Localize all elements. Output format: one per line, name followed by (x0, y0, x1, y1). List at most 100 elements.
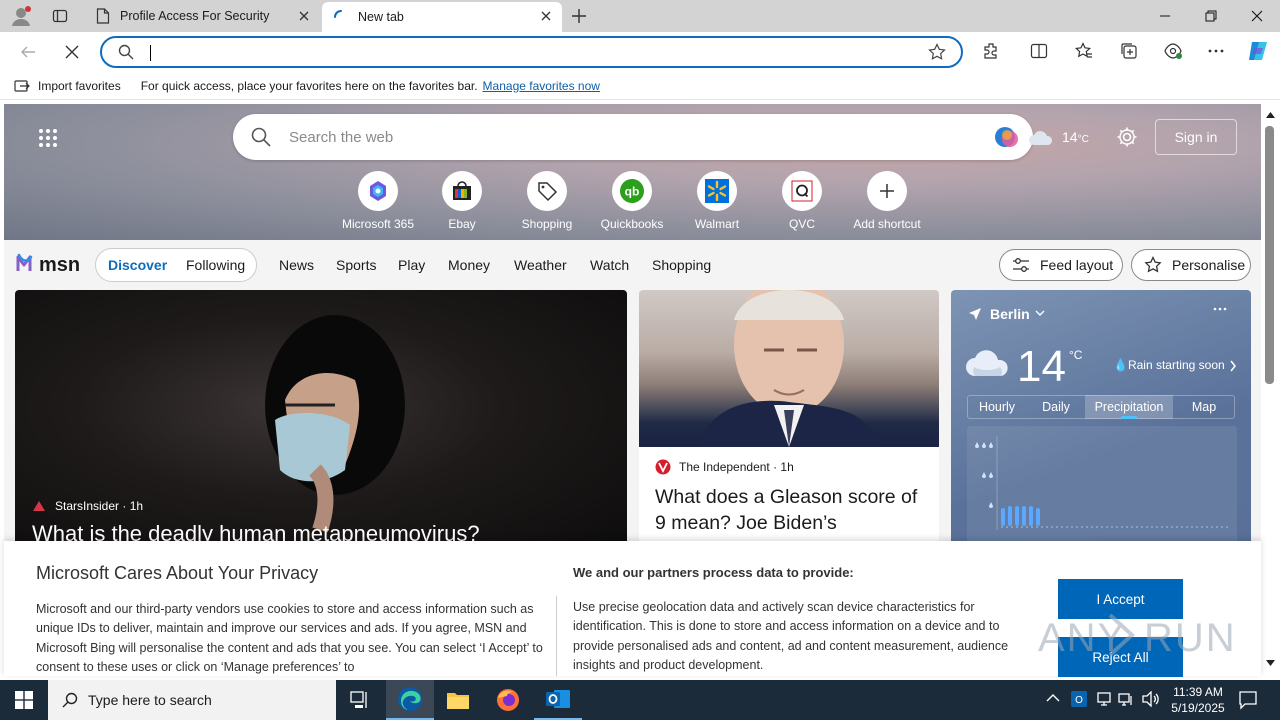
close-tab-icon[interactable] (298, 10, 310, 22)
shortcut-walmart[interactable]: Walmart (675, 171, 759, 231)
msn-logo[interactable]: msn (16, 249, 82, 279)
manage-favorites-link[interactable]: Manage favorites now (483, 79, 600, 93)
network-tray-icon[interactable] (1096, 691, 1112, 707)
volume-icon[interactable] (1142, 691, 1160, 707)
tab-strip: Profile Access For Security New tab (0, 0, 1280, 32)
shortcut-qvc[interactable]: QVC (760, 171, 844, 231)
close-tab-icon[interactable] (540, 10, 552, 22)
search-icon (118, 44, 134, 60)
favorite-star-icon[interactable] (928, 43, 946, 61)
web-search-box[interactable]: Search the web (233, 114, 1033, 160)
ethernet-icon[interactable] (1118, 691, 1134, 707)
weather-tab-daily[interactable]: Daily (1027, 395, 1085, 419)
page-scrollbar[interactable] (1261, 104, 1280, 676)
nav-money[interactable]: Money (448, 257, 490, 273)
scroll-thumb[interactable] (1265, 126, 1274, 384)
scroll-up-icon[interactable] (1266, 112, 1275, 118)
close-window-icon[interactable] (1234, 0, 1280, 32)
shortcut-ebay[interactable]: Ebay (420, 171, 504, 231)
feed-tab-group: Discover Following (95, 248, 257, 282)
settings-gear-icon[interactable] (1116, 126, 1138, 148)
taskbar-search-box[interactable]: Type here to search (48, 680, 336, 720)
hero-weather-temp[interactable]: 14°C (1062, 129, 1089, 145)
sliders-icon (1012, 257, 1030, 273)
copilot-search-icon[interactable] (993, 124, 1021, 150)
news-card-lead[interactable]: StarsInsider · 1h What is the deadly hum… (15, 290, 627, 550)
nav-sports[interactable]: Sports (336, 257, 376, 273)
more-options-icon[interactable] (1207, 42, 1225, 60)
shortcut-label: Add shortcut (853, 217, 921, 231)
import-favorites-label[interactable]: Import favorites (38, 79, 121, 93)
favorites-bar: Import favorites For quick access, place… (0, 72, 1280, 100)
news-card-independent[interactable]: The Independent · 1h What does a Gleason… (639, 290, 939, 550)
outlook-icon[interactable] (534, 680, 582, 720)
nav-shopping[interactable]: Shopping (652, 257, 711, 273)
restore-icon[interactable] (1188, 0, 1234, 32)
task-view-icon[interactable] (336, 680, 384, 720)
shortcut-microsoft365[interactable]: Microsoft 365 (336, 171, 420, 231)
weather-city[interactable]: Berlin (990, 306, 1030, 322)
text-caret (150, 45, 151, 61)
nav-watch[interactable]: Watch (590, 257, 629, 273)
windows-taskbar: Type here to search O 11:39 AM 5/19/2025 (0, 680, 1280, 720)
nav-play[interactable]: Play (398, 257, 425, 273)
card-source: StarsInsider · 1h (55, 499, 144, 513)
collections-icon[interactable] (1120, 42, 1138, 60)
search-icon (62, 692, 78, 708)
sign-in-button[interactable]: Sign in (1155, 119, 1237, 155)
split-screen-icon[interactable] (1030, 42, 1048, 60)
address-bar[interactable] (100, 36, 963, 68)
edge-taskbar-icon[interactable] (386, 680, 434, 720)
rain-alert[interactable]: 💧Rain starting soon (1113, 358, 1225, 372)
back-icon[interactable] (20, 44, 36, 60)
tab-discover[interactable]: Discover (108, 257, 167, 273)
sparkle-icon (1144, 256, 1162, 274)
cloud-weather-icon[interactable] (1028, 128, 1054, 146)
import-favorites-icon[interactable] (14, 79, 30, 93)
weather-tab-map[interactable]: Map (1173, 395, 1235, 419)
shortcut-add[interactable]: Add shortcut (845, 171, 929, 231)
chevron-right-icon[interactable] (1229, 360, 1237, 372)
card-headline[interactable]: What does a Gleason score of 9 mean? Joe… (655, 484, 925, 536)
stop-loading-icon[interactable] (64, 44, 80, 60)
apps-launcher-icon[interactable] (38, 128, 58, 148)
copilot-icon[interactable] (1246, 39, 1270, 63)
tab-actions-icon[interactable] (52, 8, 68, 24)
browser-toolbar (0, 32, 1280, 72)
browser-essentials-icon[interactable] (1163, 42, 1183, 60)
tab-title: Profile Access For Security (120, 9, 270, 23)
extensions-icon[interactable] (982, 42, 1000, 60)
feed-layout-button[interactable]: Feed layout (999, 249, 1123, 281)
file-explorer-icon[interactable] (434, 680, 482, 720)
windows-start-icon[interactable] (0, 680, 48, 720)
outlook-tray-icon[interactable]: O (1071, 691, 1087, 707)
search-placeholder: Search the web (289, 129, 394, 146)
weather-temp: 14 (1017, 342, 1066, 391)
firefox-icon[interactable] (484, 680, 532, 720)
system-clock[interactable]: 11:39 AM 5/19/2025 (1160, 684, 1236, 716)
card-image-portrait (639, 290, 939, 447)
more-options-icon[interactable] (1213, 306, 1227, 312)
new-tab-plus-icon[interactable] (571, 8, 587, 24)
tab-profile-access[interactable]: Profile Access For Security (84, 0, 320, 32)
tab-following[interactable]: Following (186, 257, 245, 273)
weather-tab-hourly[interactable]: Hourly (967, 395, 1027, 419)
shortcut-label: Shopping (521, 217, 573, 231)
shortcut-quickbooks[interactable]: qb Quickbooks (590, 171, 674, 231)
nav-weather[interactable]: Weather (514, 257, 567, 273)
show-hidden-icons-chevron[interactable] (1046, 693, 1060, 703)
quickbooks-icon: qb (612, 171, 652, 211)
notification-center-icon[interactable] (1238, 690, 1258, 710)
chevron-down-icon[interactable] (1035, 309, 1045, 317)
scroll-down-icon[interactable] (1266, 660, 1275, 666)
shortcut-shopping[interactable]: Shopping (505, 171, 589, 231)
favorites-icon[interactable] (1075, 42, 1093, 60)
tab-new-tab[interactable]: New tab (322, 2, 562, 32)
personalise-button[interactable]: Personalise (1131, 249, 1251, 281)
nav-news[interactable]: News (279, 257, 314, 273)
weather-card[interactable]: Berlin 14 °C 💧Rain starting soon Hourly … (951, 290, 1251, 550)
personalise-label: Personalise (1172, 257, 1246, 273)
address-input[interactable] (146, 44, 906, 62)
minimize-icon[interactable] (1142, 0, 1188, 32)
profile-avatar-icon[interactable] (10, 5, 32, 27)
